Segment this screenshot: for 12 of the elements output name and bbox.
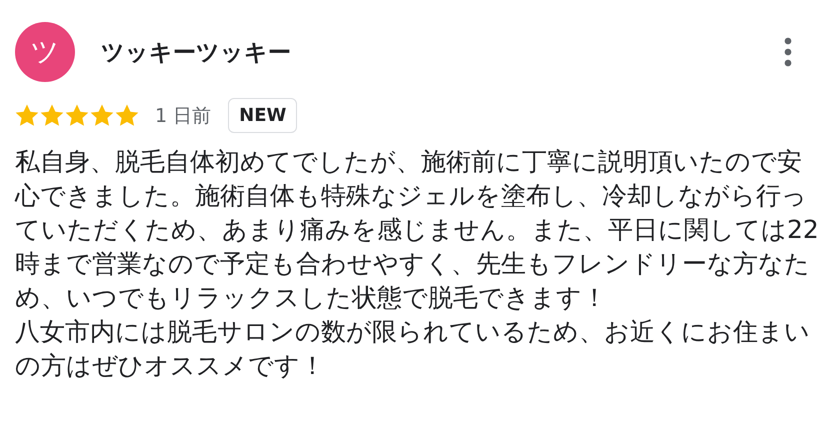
star-icon xyxy=(40,104,64,127)
star-icon xyxy=(115,104,139,127)
new-badge: NEW xyxy=(228,98,298,133)
more-options-icon[interactable] xyxy=(784,37,792,67)
star-icon xyxy=(90,104,114,127)
review-text: 八女市内には脱毛サロンの数が限られているため、お近くにお住まいの方はぜひオススメです！ xyxy=(15,316,811,382)
reviewer-name: ツッキーツッキー xyxy=(101,38,291,68)
star-icon xyxy=(15,104,39,127)
avatar: ツ xyxy=(15,22,75,82)
review-date: 1 日前 xyxy=(155,104,212,128)
star-icon xyxy=(65,104,89,127)
review-text: 私自身、脱毛自体初めてでしたが、施術前に丁寧に説明頂いたので安心できました。施術自体も特殊なジェルを塗布し、冷却しながら行っていただくため、あまり痛みを感じません。また、平日に関しては22時まで営業なので予定も合わせやすく、先生もフレンドリーな方なため、いつでもリラックスした状態で脱毛できます！ xyxy=(15,146,820,314)
